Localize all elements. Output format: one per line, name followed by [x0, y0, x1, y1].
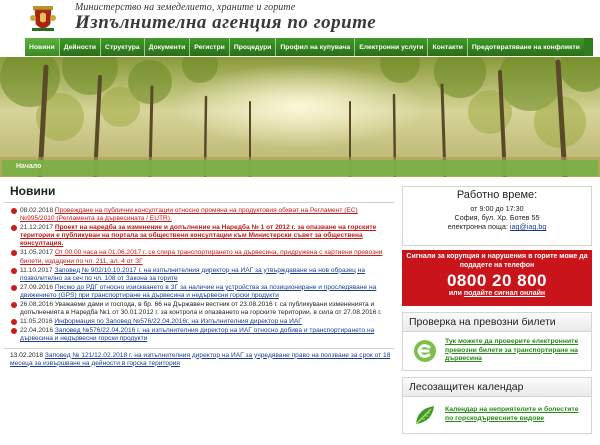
news-link[interactable]: Писмо до РДГ относно изискването в ЗГ за…	[20, 284, 376, 299]
news-item: 11.10.2017 Заповед № 902/10.10.2017 г. н…	[4, 267, 394, 283]
news-date: 26.08.2016	[20, 301, 54, 309]
nav-buyer-profile[interactable]: Профил на купувача	[276, 38, 356, 56]
agency-name[interactable]: Изпълнителна агенция по горите	[75, 12, 376, 34]
news-date: 21.12.2017	[20, 224, 54, 232]
news-item: 22.04.2016 Заповед №576/22.04.2016 г. на…	[4, 327, 394, 343]
news-item: 27.09.2016 Писмо до РДГ относно изискван…	[4, 284, 394, 300]
news-heading: Новини	[4, 184, 394, 203]
news-date: 11.10.2017	[20, 266, 53, 274]
bullet-icon	[11, 284, 17, 291]
news-link[interactable]: Заповед №576/22.04.2016 г. на изпълнител…	[20, 327, 374, 342]
pest-calendar-section: Лесозащитен календар Календар на неприят…	[402, 376, 592, 434]
news-section: Новини 08.02.2018 Провеждане на публични…	[4, 184, 394, 368]
bullet-icon	[11, 225, 17, 232]
news-link[interactable]: Заповед № 902/10.10.2017 г. на изпълните…	[20, 267, 365, 282]
email-link[interactable]: iag@iag.bg	[510, 222, 546, 231]
nav-registers[interactable]: Регистри	[190, 38, 230, 56]
nav-conflict-prevention[interactable]: Предотвратяване на конфликти	[467, 38, 584, 56]
pest-calendar-title: Лесозащитен календар	[403, 377, 591, 397]
right-sidebar: Работно време: от 9:00 до 17:30 София, б…	[402, 186, 592, 434]
bullet-icon	[11, 319, 17, 326]
news-tail-item: 13.02.2018 Заповед № 121/12.02.2018 г. н…	[4, 352, 394, 368]
news-item: 11.05.2016 Информация по Заповед №576/22…	[4, 318, 394, 326]
report-online-link[interactable]: подайте сигнал онлайн	[464, 290, 545, 297]
news-date: 31.05.2017	[20, 249, 54, 257]
main-navigation: Новини Дейности Структура Документи Реги…	[25, 38, 593, 56]
nav-documents[interactable]: Документи	[144, 38, 191, 56]
ticket-check-text: Тук можете да проверите електронните пре…	[445, 338, 587, 364]
news-item: 21.12.2017 Проект на наредба за изменени…	[4, 224, 394, 248]
working-hours-title: Работно време:	[456, 189, 538, 201]
nav-e-services[interactable]: Електронни услуги	[355, 38, 429, 56]
breadcrumb-home[interactable]: Начало	[16, 163, 41, 170]
bullet-icon	[11, 302, 17, 309]
news-item: 26.08.2016 Уважаеми дами и господа, в бр…	[4, 301, 394, 317]
news-text: Уважаеми дами и господа, в бр. 66 на Дър…	[20, 301, 382, 317]
news-date: 11.05.2016	[20, 318, 53, 326]
pest-calendar-text: Календар на неприятелите и болестите по …	[445, 406, 587, 423]
working-hours-time: от 9:00 до 17:30	[470, 204, 524, 213]
news-link[interactable]: Проект на наредба за изменение и допълне…	[20, 224, 376, 247]
bullet-icon	[11, 267, 17, 274]
corruption-phone[interactable]: 0800 20 800	[406, 271, 588, 290]
nav-contacts[interactable]: Контакти	[428, 38, 468, 56]
ticket-check-section: Проверка на превозни билети Тук можете д…	[402, 312, 592, 371]
news-link[interactable]: Заповед № 121/12.02.2018 г. на изпълните…	[10, 352, 390, 367]
news-date: 27.09.2016	[20, 283, 54, 291]
news-date: 08.02.2018	[20, 207, 54, 214]
corruption-report-box: Сигнали за корупция и нарушения в горите…	[402, 250, 592, 306]
news-date: 22.04.2016	[20, 327, 54, 335]
nav-structure[interactable]: Структура	[101, 38, 145, 56]
coat-of-arms-icon	[30, 6, 56, 31]
news-link[interactable]: Провеждане на публични консултации относ…	[20, 207, 358, 222]
bullet-icon	[11, 328, 17, 335]
news-list: 08.02.2018 Провеждане на публични консул…	[4, 203, 394, 344]
address: София, бул. Хр. Ботев 55	[454, 213, 540, 222]
news-link[interactable]: Информация по Заповед №576/22.04.2016г. …	[54, 318, 301, 325]
bullet-icon	[11, 250, 17, 257]
corruption-online: или подайте сигнал онлайн	[406, 290, 588, 297]
pest-calendar-link[interactable]: Календар на неприятелите и болестите по …	[445, 406, 579, 422]
news-item: 08.02.2018 Провеждане на публични консул…	[4, 207, 394, 223]
e-ticket-icon	[414, 339, 436, 362]
ticket-check-title: Проверка на превозни билети	[403, 313, 591, 332]
news-link[interactable]: От 00.00 часа на 01.06.2017 г. се спира …	[20, 249, 382, 264]
email-line: електронна поща: iag@iag.bg	[403, 222, 591, 231]
working-hours-box: Работно време: от 9:00 до 17:30 София, б…	[402, 186, 592, 246]
ticket-check-link[interactable]: Тук можете да проверите електронните пре…	[445, 338, 578, 362]
nav-procedures[interactable]: Процедури	[229, 38, 277, 56]
page: Министерство на земеделието, храните и г…	[0, 0, 600, 445]
corruption-or: или	[448, 290, 462, 297]
email-label: електронна поща:	[447, 222, 508, 231]
nav-news[interactable]: Новини	[25, 38, 60, 56]
leaf-icon	[415, 405, 434, 425]
news-date: 13.02.2018	[10, 351, 44, 359]
corruption-text: Сигнали за корупция и нарушения в горите…	[406, 253, 588, 269]
news-item: 31.05.2017 От 00.00 часа на 01.06.2017 г…	[4, 249, 394, 265]
pest-calendar-body: Календар на неприятелите и болестите по …	[403, 396, 591, 433]
nav-activities[interactable]: Дейности	[59, 38, 102, 56]
site-header: Министерство на земеделието, храните и г…	[0, 0, 600, 36]
forest-banner	[0, 57, 600, 177]
ticket-check-body: Тук можете да проверите електронните пре…	[403, 332, 591, 370]
bullet-icon	[11, 208, 17, 214]
breadcrumb: Начало	[2, 160, 598, 176]
news-divider	[4, 347, 394, 349]
